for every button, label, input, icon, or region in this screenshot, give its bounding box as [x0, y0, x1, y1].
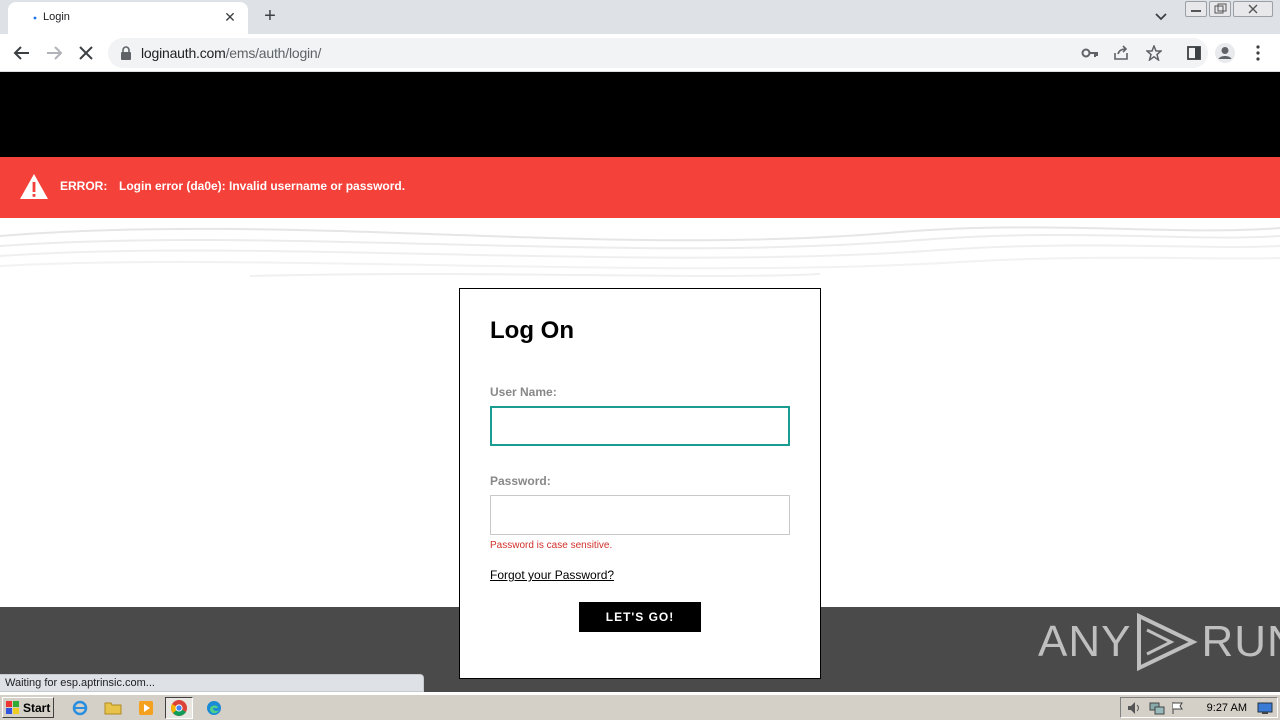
watermark-text-run: RUN [1201, 617, 1280, 666]
browser-toolbar: loginauth.com/ems/auth/login/ [0, 34, 1280, 72]
action-center-flag-icon[interactable] [1171, 701, 1185, 715]
media-player-icon[interactable] [132, 697, 160, 719]
error-message: Login error (da0e): Invalid username or … [119, 179, 406, 193]
side-panel-icon[interactable] [1182, 41, 1206, 65]
ie-icon[interactable] [66, 697, 94, 719]
minimize-button[interactable] [1185, 1, 1207, 17]
windows-logo-icon [6, 700, 19, 714]
forward-arrow-icon[interactable] [42, 41, 66, 65]
password-label: Password: [490, 474, 551, 488]
login-card: Log On User Name: Password: Password is … [459, 288, 821, 679]
lock-icon[interactable] [120, 46, 132, 60]
profile-avatar-icon[interactable] [1213, 41, 1237, 65]
anyrun-watermark: ANY RUN [1038, 612, 1280, 672]
warning-icon [20, 174, 48, 199]
tab-login[interactable]: Login ✕ [8, 2, 248, 34]
start-label: Start [23, 700, 51, 715]
error-banner: ERROR: Login error (da0e): Invalid usern… [0, 157, 1280, 218]
show-desktop-icon[interactable] [1257, 702, 1273, 715]
username-label: User Name: [490, 385, 557, 399]
password-hint: Password is case sensitive. [490, 540, 613, 551]
play-logo-icon [1137, 612, 1199, 672]
tab-search-chevron-icon[interactable] [1150, 7, 1172, 27]
stop-loading-icon[interactable] [74, 41, 98, 65]
username-input[interactable] [490, 406, 790, 446]
restore-button[interactable] [1209, 1, 1231, 17]
start-button[interactable]: Start [2, 697, 54, 718]
watermark-text-any: ANY [1038, 617, 1132, 666]
system-tray: 9:27 AM [1120, 697, 1278, 718]
share-icon[interactable] [1113, 45, 1129, 61]
network-icon[interactable] [1149, 701, 1165, 715]
address-bar[interactable]: loginauth.com/ems/auth/login/ [108, 38, 1208, 68]
decorative-waves [0, 226, 1280, 277]
tab-strip: Login ✕ + [0, 0, 1280, 34]
bookmark-star-icon[interactable] [1146, 45, 1162, 61]
tab-title: Login [43, 11, 70, 23]
taskbar: Start 9:27 AM [0, 694, 1280, 720]
back-arrow-icon[interactable] [10, 41, 34, 65]
loading-spinner-icon [33, 16, 37, 20]
volume-icon[interactable] [1127, 701, 1143, 715]
clock: 9:27 AM [1206, 702, 1247, 714]
close-window-button[interactable] [1233, 1, 1273, 17]
url-text: loginauth.com/ems/auth/login/ [141, 45, 322, 61]
new-tab-button[interactable]: + [258, 5, 282, 29]
status-bubble: Waiting for esp.aptrinsic.com... [0, 674, 424, 692]
chrome-taskbar-icon[interactable] [165, 697, 193, 719]
close-tab-icon[interactable]: ✕ [220, 7, 240, 27]
password-input[interactable] [490, 495, 790, 535]
page-content: ERROR: Login error (da0e): Invalid usern… [0, 72, 1280, 692]
login-title: Log On [490, 317, 574, 344]
edge-icon[interactable] [200, 697, 228, 719]
site-header [0, 72, 1280, 157]
forgot-password-link[interactable]: Forgot your Password? [490, 568, 614, 582]
key-icon[interactable] [1081, 46, 1099, 60]
error-label: ERROR: [60, 179, 108, 193]
explorer-folder-icon[interactable] [99, 697, 127, 719]
menu-kebab-icon[interactable] [1246, 41, 1270, 65]
submit-button[interactable]: LET'S GO! [579, 602, 701, 632]
